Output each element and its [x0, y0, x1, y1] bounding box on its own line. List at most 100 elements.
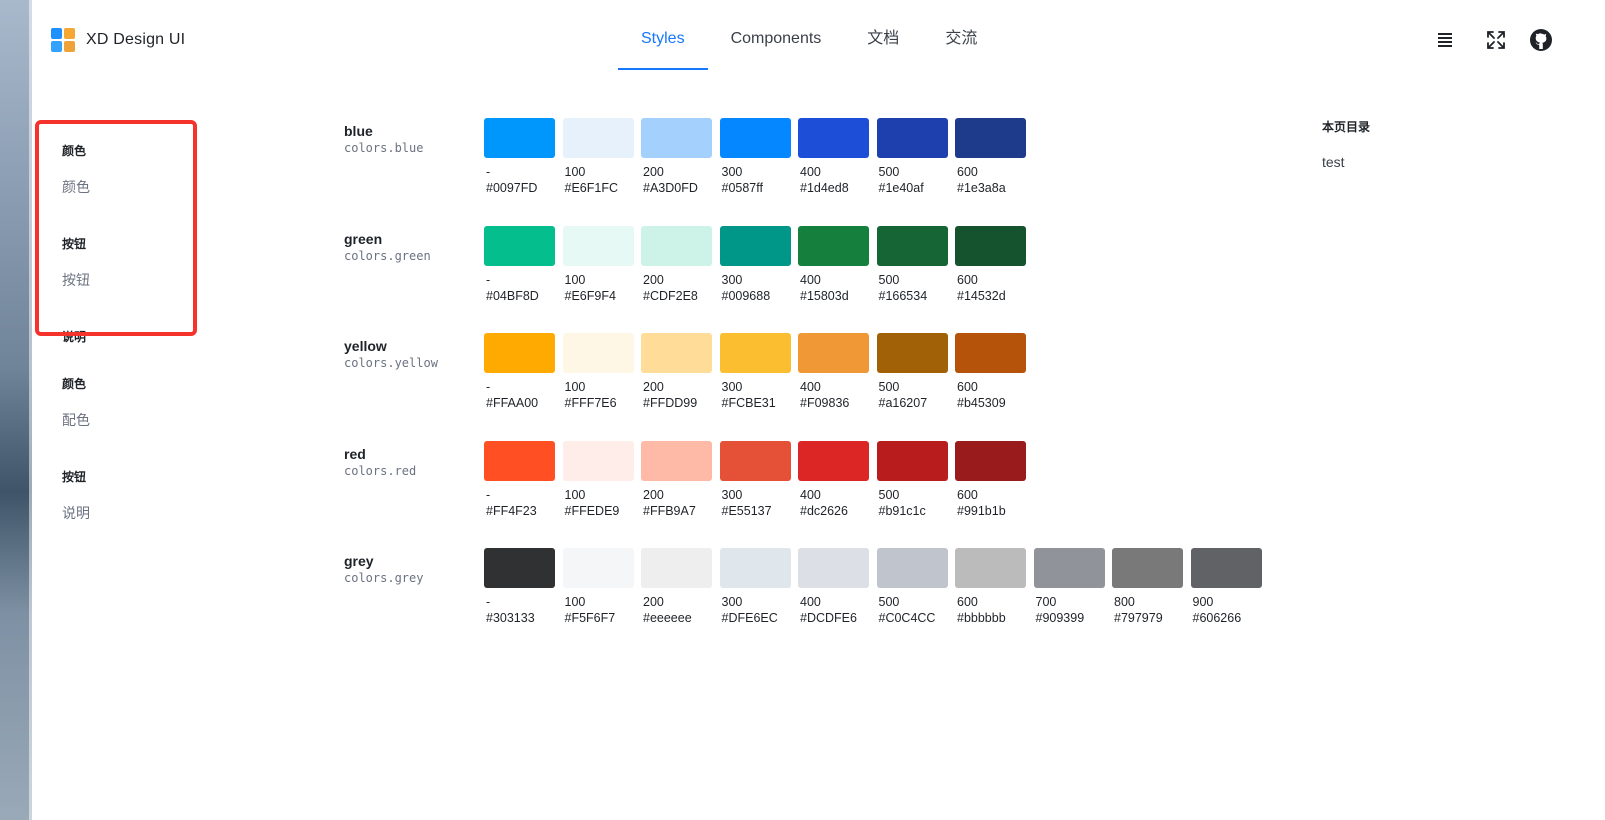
color-swatch[interactable]: 100 #E6F1FC: [562, 118, 642, 196]
swatch-color-block[interactable]: [876, 548, 948, 588]
swatch-color-block[interactable]: [562, 118, 634, 158]
color-swatch[interactable]: 300 #E55137: [719, 440, 799, 519]
color-swatch[interactable]: 700 #909399: [1033, 548, 1113, 626]
color-swatch[interactable]: 400 #dc2626: [798, 440, 877, 519]
color-swatch[interactable]: 800 #797979: [1112, 548, 1191, 626]
color-swatch[interactable]: 600 #14532d: [955, 225, 1034, 304]
swatch-color-block[interactable]: [1112, 548, 1183, 588]
color-swatch[interactable]: 200 #CDF2E8: [641, 225, 720, 304]
color-swatch[interactable]: 300 #DFE6EC: [719, 548, 799, 626]
swatch-color-block[interactable]: [876, 440, 948, 481]
list-menu-icon[interactable]: [1433, 28, 1457, 52]
swatch-color-block[interactable]: [641, 118, 712, 158]
color-swatch[interactable]: 300 #FCBE31: [719, 333, 799, 411]
swatch-color-block[interactable]: [562, 548, 634, 588]
palette-name: red: [344, 445, 366, 462]
nav-tab-components[interactable]: Components: [708, 0, 845, 70]
swatch-color-block[interactable]: [641, 440, 712, 481]
color-swatch[interactable]: 200 #FFB9A7: [641, 440, 720, 519]
swatch-color-block[interactable]: [641, 225, 712, 266]
swatch-shade: 500: [878, 487, 900, 502]
color-swatch[interactable]: 200 #A3D0FD: [641, 118, 720, 196]
color-swatch[interactable]: - #FF4F23: [484, 440, 563, 519]
swatch-hex: #CDF2E8: [643, 288, 698, 303]
color-swatch[interactable]: 500 #1e40af: [876, 118, 956, 196]
color-swatch[interactable]: 500 #166534: [876, 225, 956, 304]
color-swatch[interactable]: - #04BF8D: [484, 225, 563, 304]
swatch-color-block[interactable]: [719, 548, 791, 588]
swatch-shade: 300: [721, 595, 743, 609]
swatch-color-block[interactable]: [876, 118, 948, 158]
swatch-color-block[interactable]: [562, 440, 634, 481]
color-swatch[interactable]: - #0097FD: [484, 118, 563, 196]
toc-link[interactable]: test: [1322, 154, 1370, 170]
sidebar-link[interactable]: 按钮: [62, 270, 242, 292]
color-swatch[interactable]: 300 #0587ff: [719, 118, 799, 196]
color-swatch[interactable]: 500 #C0C4CC: [876, 548, 956, 626]
swatch-color-block[interactable]: [484, 225, 555, 266]
color-swatch[interactable]: 400 #15803d: [798, 225, 877, 304]
color-swatch[interactable]: 100 #FFF7E6: [562, 333, 642, 411]
color-swatch[interactable]: 100 #E6F9F4: [562, 225, 642, 304]
swatch-color-block[interactable]: [719, 333, 791, 373]
color-swatch[interactable]: 100 #FFEDE9: [562, 440, 642, 519]
color-swatch[interactable]: 200 #FFDD99: [641, 333, 720, 411]
swatch-color-block[interactable]: [955, 333, 1026, 373]
color-swatch[interactable]: 900 #606266: [1190, 548, 1270, 626]
swatch-color-block[interactable]: [562, 225, 634, 266]
nav-tab-交流[interactable]: 交流: [922, 0, 1000, 70]
swatch-color-block[interactable]: [484, 548, 555, 588]
swatch-hex: #FFAA00: [486, 396, 539, 410]
logo-icon[interactable]: [51, 28, 75, 52]
brand-name[interactable]: XD Design UI: [86, 31, 185, 49]
swatch-color-block[interactable]: [484, 440, 555, 481]
swatch-shade: 900: [1192, 595, 1214, 609]
swatch-color-block[interactable]: [798, 333, 869, 373]
nav-tab-styles[interactable]: Styles: [618, 0, 708, 70]
swatch-color-block[interactable]: [1033, 548, 1105, 588]
color-swatch[interactable]: 200 #eeeeee: [641, 548, 720, 626]
color-swatch[interactable]: 600 #1e3a8a: [955, 118, 1034, 196]
swatch-color-block[interactable]: [1190, 548, 1262, 588]
swatch-color-block[interactable]: [719, 225, 791, 266]
github-icon[interactable]: [1529, 28, 1553, 52]
swatch-color-block[interactable]: [641, 333, 712, 373]
color-swatch[interactable]: 600 #991b1b: [955, 440, 1034, 519]
logo-block: [64, 28, 75, 39]
color-swatch[interactable]: 400 #F09836: [798, 333, 877, 411]
sidebar-link[interactable]: 说明: [62, 503, 242, 525]
swatch-color-block[interactable]: [719, 440, 791, 481]
nav-tab-文档[interactable]: 文档: [844, 0, 922, 70]
swatch-color-block[interactable]: [955, 548, 1026, 588]
color-swatch[interactable]: 300 #009688: [719, 225, 799, 304]
swatch-color-block[interactable]: [798, 440, 869, 481]
swatch-color-block[interactable]: [955, 118, 1026, 158]
color-swatch[interactable]: 500 #b91c1c: [876, 440, 956, 519]
fullscreen-icon[interactable]: [1484, 28, 1508, 52]
swatch-color-block[interactable]: [719, 118, 791, 158]
swatch-color-block[interactable]: [955, 225, 1026, 266]
sidebar-link[interactable]: 颜色: [62, 177, 242, 199]
swatch-color-block[interactable]: [562, 333, 634, 373]
color-swatch[interactable]: 400 #1d4ed8: [798, 118, 877, 196]
sidebar-link[interactable]: 配色: [62, 410, 242, 432]
swatch-color-block[interactable]: [798, 548, 869, 588]
color-swatch[interactable]: - #303133: [484, 548, 563, 626]
color-swatch[interactable]: 500 #a16207: [876, 333, 956, 411]
swatch-color-block[interactable]: [798, 118, 869, 158]
color-swatch[interactable]: 100 #F5F6F7: [562, 548, 642, 626]
swatch-color-block[interactable]: [484, 333, 555, 373]
swatch-color-block[interactable]: [798, 225, 869, 266]
swatch-color-block[interactable]: [876, 333, 948, 373]
swatch-color-block[interactable]: [955, 440, 1026, 481]
color-swatch[interactable]: 400 #DCDFE6: [798, 548, 877, 626]
color-swatch[interactable]: 600 #bbbbbb: [955, 548, 1034, 626]
swatch-color-block[interactable]: [484, 118, 555, 158]
color-swatch[interactable]: - #FFAA00: [484, 333, 563, 411]
swatch-shade: 200: [643, 272, 664, 287]
color-swatch[interactable]: 600 #b45309: [955, 333, 1034, 411]
swatch-shade: -: [486, 487, 491, 502]
swatch-color-block[interactable]: [641, 548, 712, 588]
swatch-shade: 100: [564, 165, 586, 179]
swatch-color-block[interactable]: [876, 225, 948, 266]
